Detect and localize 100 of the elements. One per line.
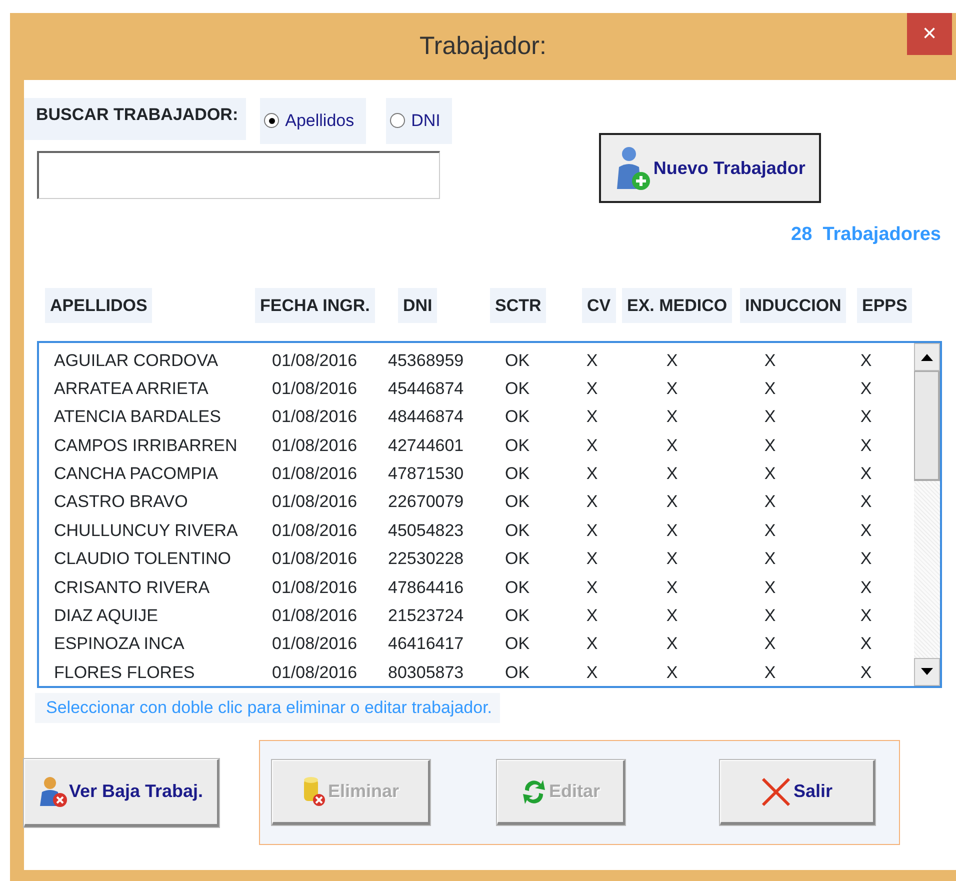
table-cell-text: CANCHA PACOMPIA	[54, 463, 220, 486]
table-cell-text: X	[763, 491, 777, 514]
column-header: FECHA INGR.	[255, 288, 375, 322]
column-header: EX. MEDICO	[622, 288, 732, 322]
hint-text: Seleccionar con doble clic para eliminar o editar trabajador.	[35, 692, 500, 723]
table-cell-text: X	[665, 633, 679, 656]
table-cell-text: X	[859, 378, 873, 400]
radio-dot[interactable]	[390, 113, 406, 128]
worker-list[interactable]	[37, 340, 942, 688]
column-header: APELLIDOS	[45, 288, 152, 322]
radio-dot[interactable]	[264, 113, 280, 128]
table-cell-text: X	[859, 633, 873, 656]
table-cell-text: CHULLUNCUY RIVERA	[54, 520, 239, 542]
table-cell-text: 01/08/2016	[272, 662, 358, 684]
scrollbar[interactable]	[914, 342, 940, 686]
table-cell-text: OK	[505, 662, 531, 684]
table-cell-text: X	[585, 633, 599, 656]
table-cell-text: 01/08/2016	[272, 520, 358, 542]
table-cell-text: OK	[505, 350, 531, 372]
table-cell-text: 47864416	[388, 576, 465, 599]
table-cell-text: X	[665, 576, 679, 599]
table-cell-text: 01/08/2016	[272, 491, 358, 514]
table-cell-text: X	[763, 576, 777, 599]
table-cell-text: X	[665, 520, 679, 542]
close-button[interactable]: ×	[907, 13, 952, 55]
table-cell-text: OK	[505, 434, 531, 457]
table-cell-text: X	[763, 350, 777, 372]
table-cell-text: ARRATEA ARRIETA	[54, 378, 210, 400]
table-cell-text: X	[763, 463, 777, 486]
table-cell-text: X	[665, 491, 679, 514]
table-cell-text: X	[585, 350, 599, 372]
table-cell-text: 01/08/2016	[272, 378, 358, 400]
table-cell-text: 22530228	[388, 548, 465, 570]
button[interactable]: Ver Baja Trabaj.	[24, 758, 219, 826]
column-header: DNI	[398, 288, 438, 322]
table-cell-text: DIAZ AQUIJE	[54, 605, 159, 628]
table-cell-text: 47871530	[388, 463, 465, 486]
column-header: CV	[582, 288, 616, 322]
table-cell-text: 46416417	[388, 633, 465, 656]
table-cell-text: X	[859, 463, 873, 486]
table-cell-text: 45446874	[388, 378, 465, 400]
table-cell-text: 01/08/2016	[272, 633, 358, 656]
table-cell-text: X	[665, 350, 679, 372]
table-cell-text: X	[585, 662, 599, 684]
table-cell-text: OK	[505, 406, 531, 428]
table-cell-text: OK	[505, 576, 531, 599]
scroll-up-icon[interactable]	[921, 352, 933, 360]
table-cell-text: X	[585, 520, 599, 542]
table-cell-text: X	[763, 406, 777, 428]
table-cell-text: X	[665, 434, 679, 457]
scroll-down-icon[interactable]	[921, 668, 933, 676]
table-cell-text: X	[585, 406, 599, 428]
search-label: BUSCAR TRABAJADOR:	[24, 98, 246, 140]
table-cell-text: X	[763, 662, 777, 684]
table-cell-text: X	[859, 576, 873, 599]
column-header: INDUCCION	[740, 288, 846, 322]
table-cell-text: 01/08/2016	[272, 576, 358, 599]
radio-option[interactable]: Apellidos	[260, 98, 366, 144]
table-cell-text: X	[665, 378, 679, 400]
table-cell-text: X	[859, 548, 873, 570]
radio-option[interactable]: DNI	[386, 98, 452, 144]
table-cell-text: OK	[505, 378, 531, 400]
table-cell-text: AGUILAR CORDOVA	[54, 350, 220, 372]
table-cell-text: X	[665, 463, 679, 486]
table-cell-text: X	[665, 548, 679, 570]
table-cell-text: CASTRO BRAVO	[54, 491, 189, 514]
button[interactable]: Nuevo Trabajador	[599, 133, 822, 203]
table-cell-text: 01/08/2016	[272, 350, 358, 372]
table-cell-text: X	[859, 491, 873, 514]
table-cell-text: X	[665, 406, 679, 428]
table-cell-text: CAMPOS IRRIBARREN	[54, 434, 238, 457]
table-cell-text: X	[585, 576, 599, 599]
table-cell-text: X	[859, 605, 873, 628]
table-cell-text: OK	[505, 633, 531, 656]
cylinder-remove-icon	[302, 776, 326, 808]
table-cell-text: X	[585, 548, 599, 570]
table-cell-text: 01/08/2016	[272, 406, 358, 428]
table-cell-text: X	[859, 520, 873, 542]
table-cell-text: 80305873	[388, 662, 465, 684]
table-cell-text: X	[763, 633, 777, 656]
table-cell-text: X	[665, 605, 679, 628]
worker-count: 28 Trabajadores	[791, 223, 941, 247]
table-cell-text: X	[859, 434, 873, 457]
table-cell-text: X	[585, 491, 599, 514]
search-field[interactable]	[37, 150, 440, 198]
table-cell-text: 45368959	[388, 350, 465, 372]
table-cell-text: X	[585, 605, 599, 628]
table-cell-text: X	[585, 434, 599, 457]
table-cell-text: OK	[505, 548, 531, 570]
table-cell-text: X	[585, 378, 599, 400]
table-cell-text: 01/08/2016	[272, 605, 358, 628]
window-title: Trabajador:	[420, 30, 546, 62]
close-icon	[761, 776, 792, 806]
column-header: EPPS	[857, 288, 912, 322]
table-cell-text: 01/08/2016	[272, 434, 358, 457]
table-cell-text: X	[763, 548, 777, 570]
table-cell-text: X	[585, 463, 599, 486]
button[interactable]: Salir	[720, 760, 875, 825]
table-cell-text: OK	[505, 520, 531, 542]
table-cell-text: OK	[505, 491, 531, 514]
